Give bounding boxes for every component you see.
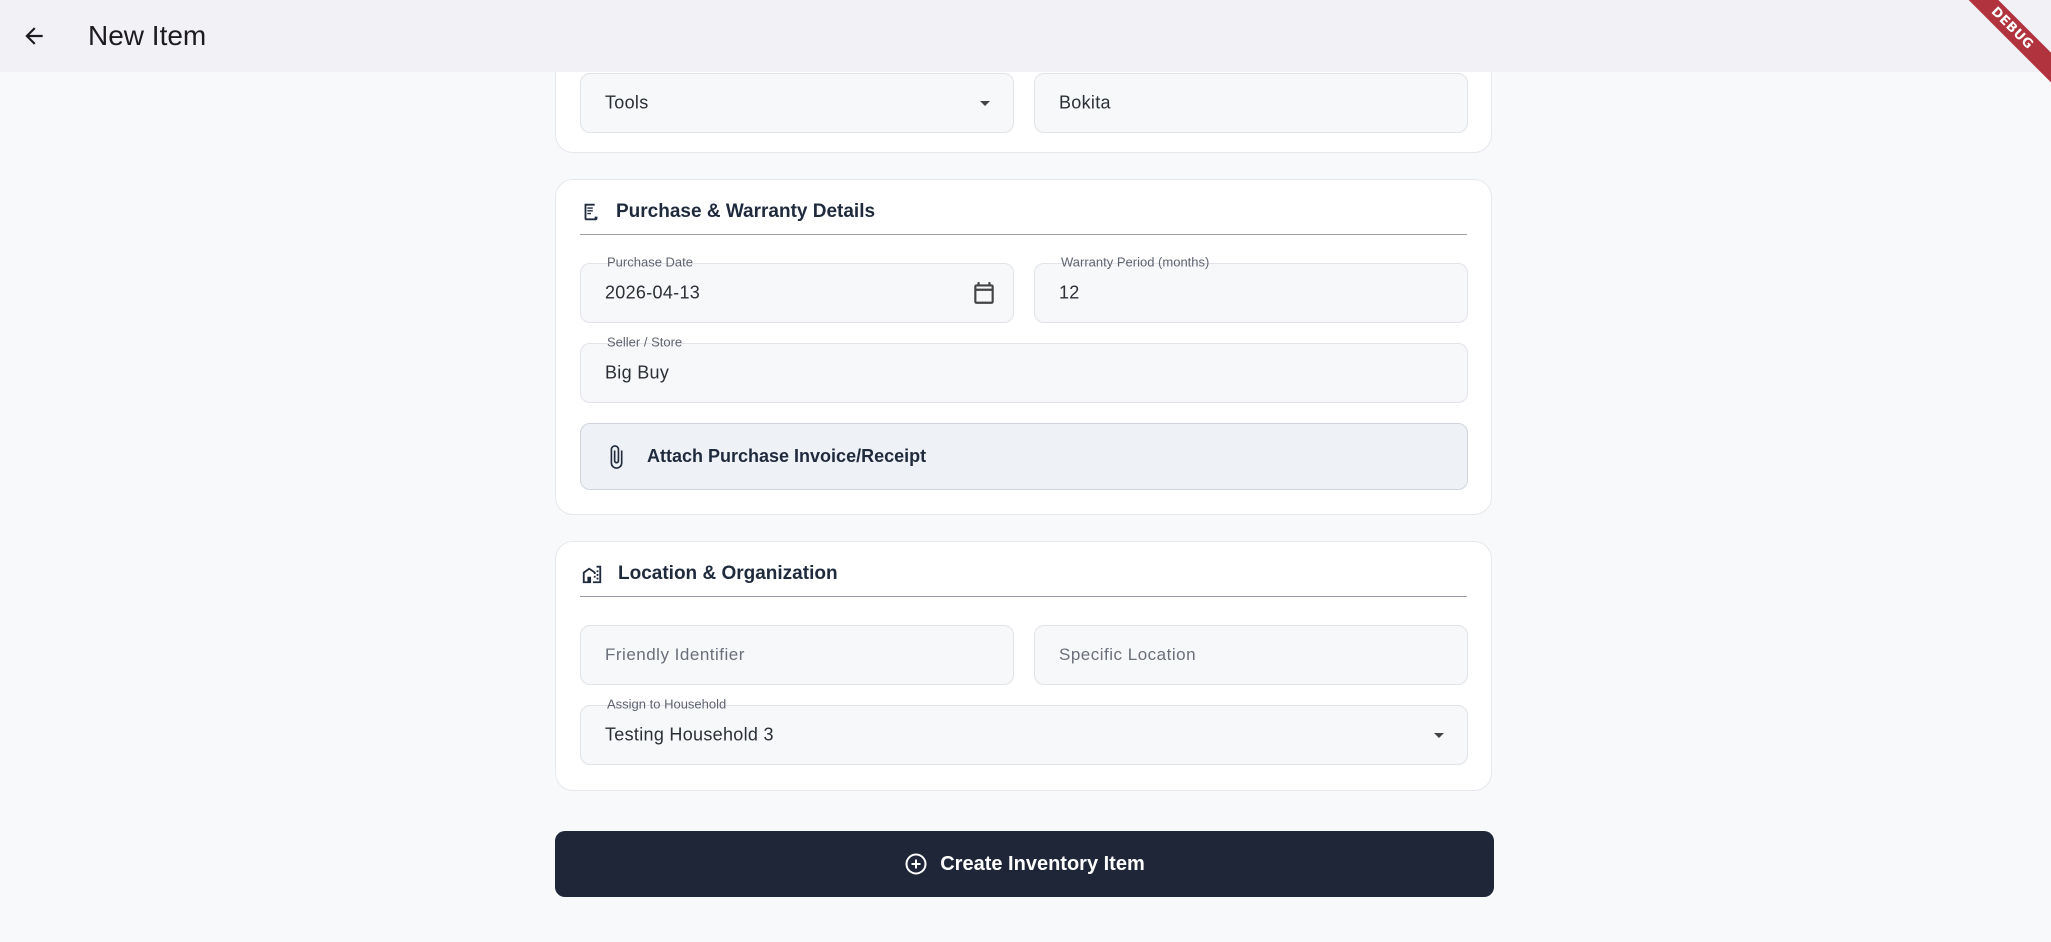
page-title: New Item <box>88 20 207 51</box>
paperclip-icon <box>610 444 623 469</box>
location-section-header: Location & Organization <box>580 552 1467 597</box>
create-inventory-item-label: Create Inventory Item <box>940 852 1145 875</box>
manufacturer-value: Bokita <box>1059 92 1111 113</box>
purchase-date-label: Purchase Date <box>607 254 693 270</box>
attach-invoice-label: Attach Purchase Invoice/Receipt <box>647 446 927 466</box>
calendar-icon[interactable] <box>971 280 997 306</box>
household-value: Testing Household 3 <box>605 724 774 745</box>
category-dropdown[interactable]: Tools <box>580 73 1014 133</box>
attach-invoice-button[interactable]: Attach Purchase Invoice/Receipt <box>580 423 1468 490</box>
warranty-period-value: 12 <box>1059 282 1080 303</box>
specific-location-input[interactable]: Specific Location <box>1034 625 1468 685</box>
dropdown-arrow-icon <box>1434 733 1444 738</box>
specific-location-placeholder: Specific Location <box>1059 645 1197 664</box>
receipt-icon <box>584 203 598 221</box>
location-section-title: Location & Organization <box>618 563 838 584</box>
buildings-icon <box>582 565 602 584</box>
debug-banner: DEBUG <box>1951 0 2051 100</box>
purchase-section-header: Purchase & Warranty Details <box>580 190 1467 235</box>
purchase-warranty-card: Purchase & Warranty Details Purchase Dat… <box>555 179 1492 515</box>
warranty-period-label: Warranty Period (months) <box>1061 254 1210 270</box>
seller-store-field[interactable]: Seller / Store Big Buy <box>580 335 1468 403</box>
manufacturer-field[interactable]: Bokita <box>1034 73 1468 133</box>
app-window: New Item DEBUG Tools Bokita Purchase & W… <box>0 0 2051 942</box>
arrow-left-icon <box>25 27 43 45</box>
warranty-period-field[interactable]: Warranty Period (months) 12 <box>1034 255 1468 323</box>
purchase-date-value: 2026-04-13 <box>605 282 701 303</box>
dropdown-arrow-icon <box>980 101 990 106</box>
household-label: Assign to Household <box>607 696 727 712</box>
create-inventory-item-button[interactable]: Create Inventory Item <box>555 831 1494 897</box>
seller-store-label: Seller / Store <box>607 334 683 350</box>
debug-label: DEBUG <box>1951 0 2051 89</box>
household-dropdown[interactable]: Assign to Household Testing Household 3 <box>580 697 1468 765</box>
purchase-section-title: Purchase & Warranty Details <box>616 201 876 222</box>
purchase-date-field[interactable]: Purchase Date 2026-04-13 <box>580 255 1014 323</box>
category-value: Tools <box>605 92 649 113</box>
location-organization-card: Location & Organization Friendly Identif… <box>555 541 1492 791</box>
seller-store-value: Big Buy <box>605 362 670 383</box>
app-bar: New Item <box>0 0 2051 72</box>
add-circle-icon <box>905 853 927 875</box>
friendly-identifier-input[interactable]: Friendly Identifier <box>580 625 1014 685</box>
back-button[interactable] <box>10 12 58 60</box>
friendly-identifier-placeholder: Friendly Identifier <box>605 645 745 664</box>
